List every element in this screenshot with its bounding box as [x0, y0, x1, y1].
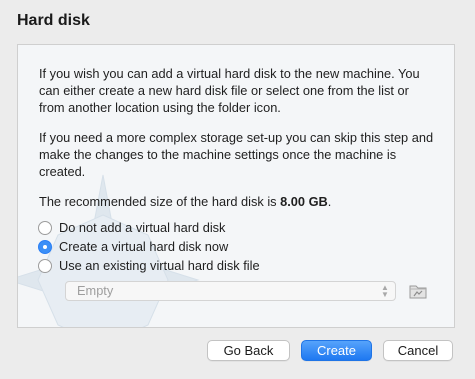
option-create-disk-label[interactable]: Create a virtual hard disk now — [59, 239, 228, 254]
cancel-button[interactable]: Cancel — [383, 340, 453, 361]
option-no-disk-label[interactable]: Do not add a virtual hard disk — [59, 220, 225, 235]
radio-no-disk[interactable] — [38, 220, 52, 235]
go-back-button[interactable]: Go Back — [207, 340, 290, 361]
dialog-title: Hard disk — [17, 12, 90, 29]
dialog-window: Hard disk If you wish you can add a virt… — [0, 0, 475, 379]
folder-icon — [409, 285, 427, 299]
content-panel: If you wish you can add a virtual hard d… — [17, 44, 455, 328]
disk-file-select-value: Empty — [77, 283, 114, 298]
recommended-size-suffix: . — [327, 194, 332, 209]
up-down-chevron-icon: ▲ ▼ — [381, 283, 389, 299]
create-button[interactable]: Create — [301, 340, 372, 361]
intro-paragraph: If you wish you can add a virtual hard d… — [39, 66, 420, 115]
option-no-disk[interactable]: Do not add a virtual hard disk — [38, 218, 260, 237]
option-existing-disk[interactable]: Use an existing virtual hard disk file — [38, 256, 260, 275]
recommended-size-value: 8.00 GB — [280, 194, 328, 209]
radio-create-disk[interactable] — [38, 239, 52, 254]
recommended-size-paragraph: The recommended size of the hard disk is… — [39, 193, 434, 210]
disk-file-select[interactable]: Empty ▲ ▼ — [65, 281, 396, 301]
description-text: If you wish you can add a virtual hard d… — [39, 65, 434, 223]
option-create-disk[interactable]: Create a virtual hard disk now — [38, 237, 260, 256]
choose-disk-folder-button[interactable] — [408, 281, 428, 301]
storage-paragraph: If you need a more complex storage set-u… — [39, 130, 434, 179]
disk-selector-row: Empty ▲ ▼ — [65, 281, 435, 301]
disk-option-group: Do not add a virtual hard disk Create a … — [38, 218, 260, 275]
radio-existing-disk[interactable] — [38, 258, 52, 273]
option-existing-disk-label[interactable]: Use an existing virtual hard disk file — [59, 258, 260, 273]
recommended-size-prefix: The recommended size of the hard disk is — [39, 194, 281, 209]
